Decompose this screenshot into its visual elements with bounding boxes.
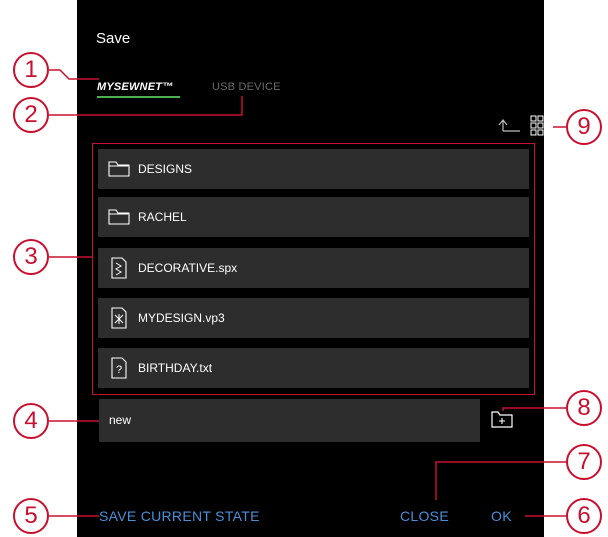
callout-8: 8 <box>566 390 602 426</box>
callout-5: 5 <box>13 498 49 534</box>
callout-leaders <box>49 69 578 517</box>
callout-2: 2 <box>13 97 49 133</box>
callout-1: 1 <box>13 52 49 88</box>
callout-3: 3 <box>13 239 49 275</box>
callout-7: 7 <box>566 444 602 480</box>
callout-6: 6 <box>566 498 602 534</box>
callout-4: 4 <box>13 403 49 439</box>
callout-9: 9 <box>566 109 602 145</box>
